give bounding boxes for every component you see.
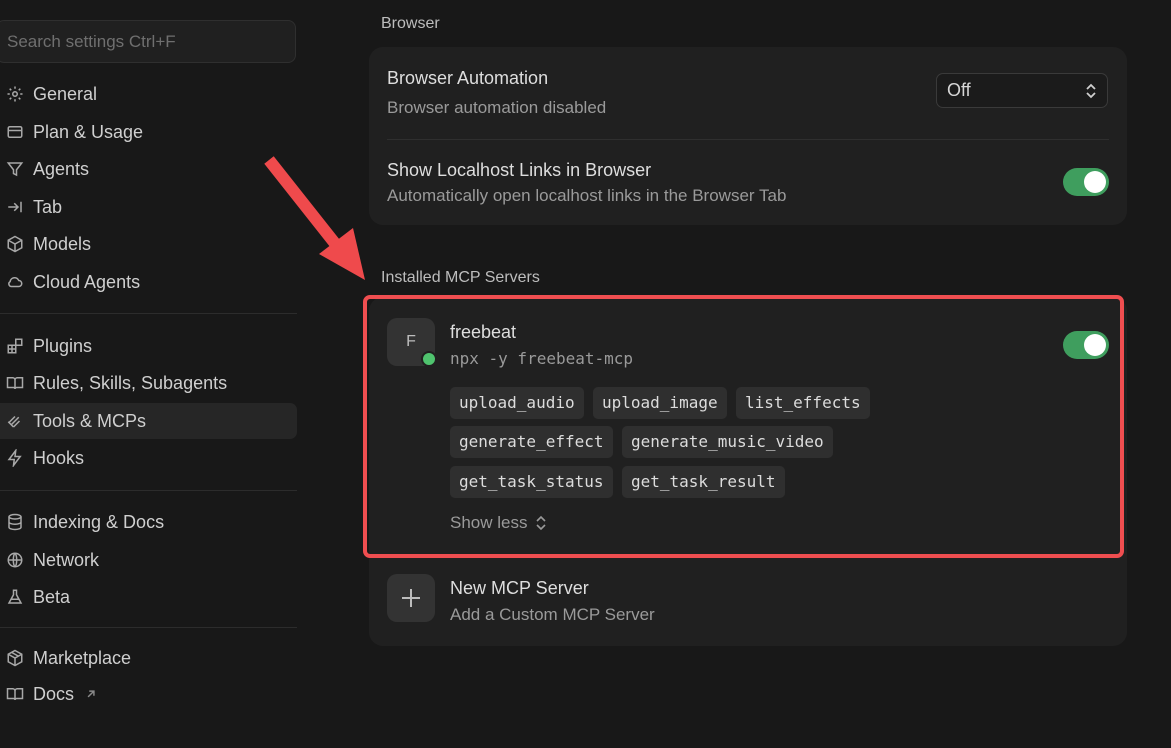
sidebar-item-beta[interactable]: Beta (0, 579, 297, 615)
book-open-icon (6, 688, 24, 701)
book-open-icon (6, 377, 24, 390)
sidebar-divider (0, 313, 297, 314)
plus-icon (402, 589, 420, 607)
sidebar-item-cloud-agents[interactable]: Cloud Agents (0, 264, 297, 300)
select-value: Off (947, 80, 971, 100)
gear-icon (7, 86, 23, 102)
sidebar-item-plugins[interactable]: Plugins (0, 328, 297, 364)
sidebar-item-tools-mcps[interactable]: Tools & MCPs (0, 403, 297, 439)
sidebar-item-label: Network (33, 549, 100, 570)
sidebar-item-marketplace[interactable]: Marketplace (0, 640, 297, 676)
mcp-section-label: Installed MCP Servers (381, 269, 540, 286)
sidebar-item-label: Plan & Usage (33, 121, 144, 142)
sidebar-item-network[interactable]: Network (0, 542, 297, 578)
sidebar-item-label: Tools & MCPs (33, 410, 147, 431)
sidebar-item-agents[interactable]: Agents (0, 151, 297, 187)
sidebar-item-tab[interactable]: Tab (0, 189, 297, 225)
browser-automation-subtitle: Browser automation disabled (387, 98, 607, 117)
arrow-to-right-icon (8, 201, 22, 213)
sidebar-item-label: Beta (33, 586, 71, 607)
sidebar-item-hooks[interactable]: Hooks (0, 440, 297, 476)
flask-icon (7, 589, 23, 604)
highlight-box (363, 295, 1124, 558)
localhost-links-title: Show Localhost Links in Browser (387, 160, 652, 180)
sidebar-item-label: Agents (33, 158, 90, 179)
new-server-button[interactable] (387, 574, 435, 622)
external-link-icon (87, 690, 95, 698)
sidebar-item-label: Tab (33, 196, 63, 217)
localhost-links-toggle[interactable] (1063, 168, 1109, 196)
sidebar-item-label: Docs (33, 683, 75, 704)
chevron-up-down-icon (1086, 83, 1096, 99)
search-input[interactable]: Search settings Ctrl+F (0, 20, 296, 63)
sidebar-item-label: Rules, Skills, Subagents (33, 372, 228, 393)
sidebar-divider (0, 490, 297, 491)
cube-icon (7, 235, 23, 253)
sidebar-item-models[interactable]: Models (0, 226, 297, 262)
new-server-title[interactable]: New MCP Server (450, 578, 589, 599)
database-icon (8, 513, 22, 531)
browser-section-label: Browser (381, 15, 440, 32)
filter-icon (6, 162, 24, 177)
sidebar-item-label: Cloud Agents (33, 271, 141, 292)
settings-sidebar: Search settings Ctrl+F General Plan & Us… (0, 0, 300, 748)
sidebar-item-rules[interactable]: Rules, Skills, Subagents (0, 365, 297, 401)
annotation-arrow-icon (264, 156, 365, 280)
bolt-icon (7, 449, 22, 467)
new-server-subtitle: Add a Custom MCP Server (450, 605, 655, 624)
sidebar-item-label: Hooks (33, 447, 85, 468)
sidebar-item-label: General (33, 83, 98, 104)
tools-icon (7, 415, 21, 428)
sidebar-divider (0, 627, 297, 628)
sidebar-item-label: Marketplace (33, 647, 132, 668)
sidebar-item-indexing-docs[interactable]: Indexing & Docs (0, 504, 297, 540)
browser-automation-select[interactable]: Off (936, 73, 1108, 108)
package-icon (7, 649, 23, 667)
sidebar-item-docs[interactable]: Docs (0, 676, 297, 712)
sidebar-item-plan-usage[interactable]: Plan & Usage (0, 114, 297, 150)
localhost-links-subtitle: Automatically open localhost links in th… (387, 186, 787, 205)
browser-automation-title: Browser Automation (387, 68, 549, 88)
blocks-icon (7, 338, 23, 354)
cloud-icon (8, 276, 23, 288)
sidebar-item-label: Plugins (33, 335, 93, 356)
globe-icon (7, 552, 23, 568)
sidebar-item-general[interactable]: General (0, 76, 297, 112)
row-divider (387, 139, 1109, 140)
sidebar-item-label: Indexing & Docs (33, 511, 165, 532)
sidebar-item-label: Models (33, 233, 92, 254)
toggle-knob (1084, 171, 1106, 193)
credit-card-icon (7, 126, 23, 138)
